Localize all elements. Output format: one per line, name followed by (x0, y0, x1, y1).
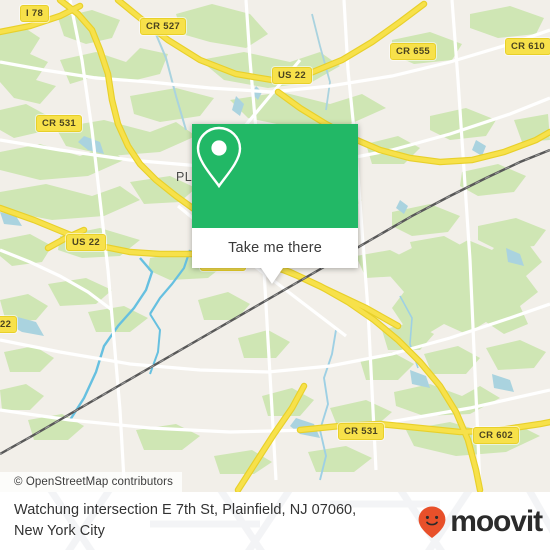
road-shield-cr610[interactable]: CR 610 (505, 38, 550, 55)
location-popup-card[interactable]: Take me there (192, 124, 358, 284)
road-shield-i78[interactable]: I 78 (20, 5, 50, 22)
location-title: Watchung intersection E 7th St, Plainfie… (14, 500, 414, 542)
popup-pointer-tail (261, 268, 283, 284)
osm-attribution[interactable]: © OpenStreetMap contributors (0, 472, 182, 492)
road-shield-us22-b[interactable]: US 22 (66, 234, 106, 251)
moovit-brand[interactable]: moovit (417, 505, 543, 539)
footer-bar: Watchung intersection E 7th St, Plainfie… (0, 492, 550, 550)
place-label-plainfield: PL (176, 170, 193, 184)
popup-header (192, 124, 358, 228)
map-canvas[interactable]: PL I 78 CR 527 CR 655 CR 610 US 22 CR 53… (0, 0, 550, 492)
take-me-there-label: Take me there (228, 240, 322, 256)
road-shield-cr527[interactable]: CR 527 (140, 18, 187, 35)
popup-action-row[interactable]: Take me there (192, 228, 358, 268)
road-shield-cr531-c[interactable]: CR 531 (338, 423, 385, 440)
moovit-map-screenshot: PL I 78 CR 527 CR 655 CR 610 US 22 CR 53… (0, 0, 550, 550)
location-title-line-1: Watchung intersection E 7th St, Plainfie… (14, 502, 357, 518)
road-shield-22-edge[interactable]: 22 (0, 316, 18, 333)
location-title-line-2: New York City (14, 523, 105, 539)
moovit-smiley-pin-icon (418, 506, 446, 538)
moovit-wordmark: moovit (450, 505, 543, 538)
map-pin-icon (196, 126, 242, 189)
road-shield-cr531-a[interactable]: CR 531 (36, 115, 83, 132)
road-shield-cr655[interactable]: CR 655 (390, 43, 437, 60)
road-shield-cr602[interactable]: CR 602 (473, 427, 520, 444)
road-shield-us22-a[interactable]: US 22 (272, 67, 312, 84)
